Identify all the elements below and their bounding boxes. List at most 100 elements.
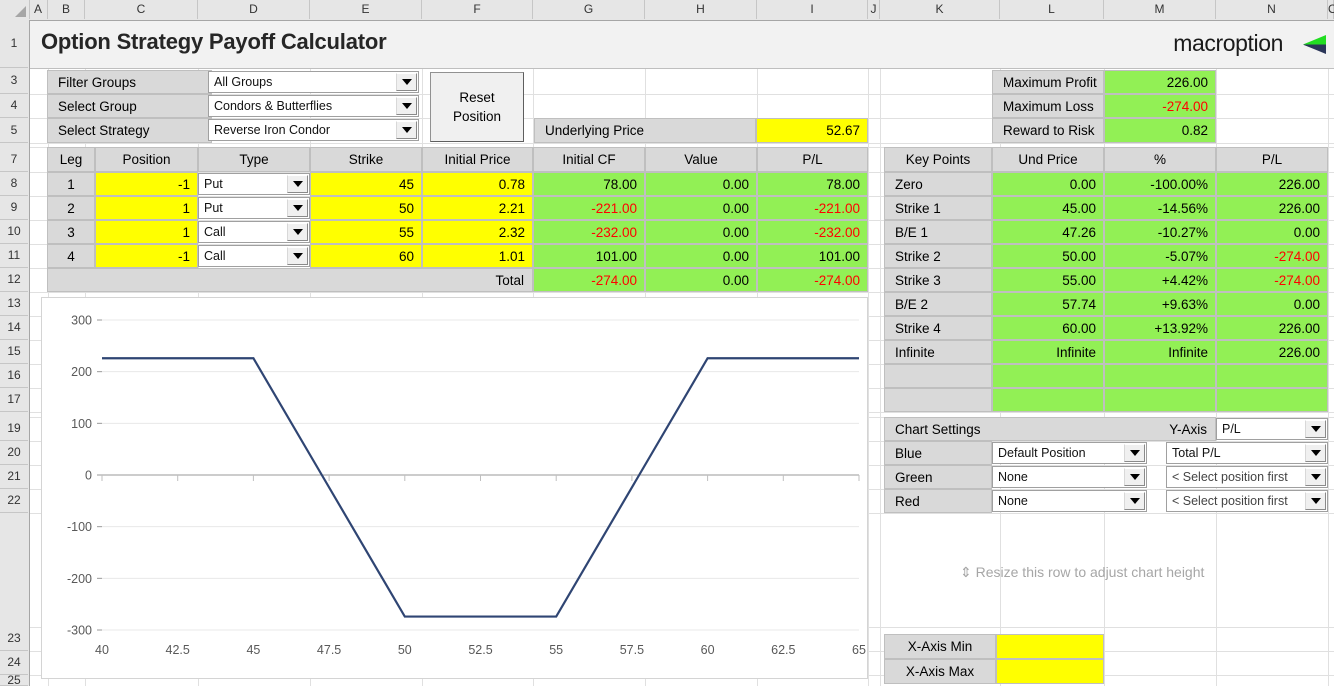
chart-series-dropdown[interactable]: < Select position first <box>1166 466 1328 488</box>
column-header-h[interactable]: H <box>645 0 757 19</box>
chevron-down-icon[interactable] <box>1305 420 1326 438</box>
leg-type-dropdown[interactable]: Put <box>198 173 310 195</box>
row-header-13[interactable]: 13 <box>0 292 28 316</box>
column-header-d[interactable]: D <box>198 0 310 19</box>
chevron-down-icon[interactable] <box>1124 444 1145 462</box>
chevron-down-icon[interactable] <box>1305 492 1326 510</box>
payoff-chart[interactable]: 300 200 100 0 -100 -200 -300 40 42.5 45 47.5 50 52.5… <box>41 297 868 679</box>
row-header-11[interactable]: 11 <box>0 244 28 268</box>
y-axis-dropdown[interactable]: P/L <box>1216 418 1328 440</box>
filter-groups-dropdown[interactable]: All Groups <box>208 71 419 93</box>
column-header-i[interactable]: I <box>757 0 868 19</box>
column-header-j[interactable]: J <box>868 0 880 19</box>
chevron-down-icon[interactable] <box>396 121 417 139</box>
chart-series-dropdown[interactable]: Total P/L <box>1166 442 1328 464</box>
key-point-pl: 0.00 <box>1216 220 1328 244</box>
column-header-l[interactable]: L <box>1000 0 1104 19</box>
row-header-5[interactable]: 5 <box>0 118 28 143</box>
key-point-pct <box>1104 364 1216 388</box>
chevron-down-icon[interactable] <box>287 175 308 193</box>
leg-initial-price-input[interactable]: 2.21 <box>422 196 533 220</box>
row-header-4[interactable]: 4 <box>0 94 28 118</box>
column-header-k[interactable]: K <box>880 0 1000 19</box>
row-header-22[interactable]: 22 <box>0 489 28 513</box>
chevron-down-icon[interactable] <box>1305 444 1326 462</box>
row-header-17[interactable]: 17 <box>0 388 28 412</box>
summary-label: Reward to Risk <box>992 118 1104 143</box>
row-header-9[interactable]: 9 <box>0 196 28 220</box>
chevron-down-icon[interactable] <box>287 199 308 217</box>
chart-xtick-label: 65 <box>852 643 866 657</box>
chevron-down-icon[interactable] <box>287 247 308 265</box>
column-header-e[interactable]: E <box>310 0 422 19</box>
leg-value: 0.00 <box>645 244 757 268</box>
title-band: Option Strategy Payoff Calculator macrop… <box>29 20 1334 69</box>
column-header-m[interactable]: M <box>1104 0 1216 19</box>
leg-strike-input[interactable]: 45 <box>310 172 422 196</box>
row-header-24[interactable]: 24 <box>0 651 28 675</box>
chevron-down-icon[interactable] <box>396 73 417 91</box>
row-header-1[interactable]: 1 <box>0 20 28 68</box>
row-header-14[interactable]: 14 <box>0 316 28 340</box>
chevron-down-icon[interactable] <box>396 97 417 115</box>
row-header-7[interactable]: 7 <box>0 147 28 172</box>
leg-type-dropdown[interactable]: Call <box>198 245 310 267</box>
select-group-dropdown[interactable]: Condors & Butterflies <box>208 95 419 117</box>
chart-xtick-label: 60 <box>701 643 715 657</box>
leg-initial-price-input[interactable]: 2.32 <box>422 220 533 244</box>
column-header-g[interactable]: G <box>533 0 645 19</box>
key-point-price: 50.00 <box>992 244 1104 268</box>
reset-position-button[interactable]: Reset Position <box>430 72 524 142</box>
leg-position-input[interactable]: 1 <box>95 196 198 220</box>
leg-position-input[interactable]: -1 <box>95 172 198 196</box>
filter-groups-value: All Groups <box>214 75 273 89</box>
row-header-20[interactable]: 20 <box>0 441 28 465</box>
leg-initial-price-input[interactable]: 1.01 <box>422 244 533 268</box>
row-header-19[interactable]: 19 <box>0 417 28 441</box>
key-point-name: Strike 3 <box>884 268 992 292</box>
chart-position-dropdown[interactable]: None <box>992 466 1147 488</box>
leg-position-input[interactable]: -1 <box>95 244 198 268</box>
chart-position-dropdown[interactable]: None <box>992 490 1147 512</box>
column-header-n[interactable]: N <box>1216 0 1328 19</box>
leg-position-input[interactable]: 1 <box>95 220 198 244</box>
column-header-c[interactable]: C <box>85 0 198 19</box>
leg-type-dropdown[interactable]: Call <box>198 221 310 243</box>
chevron-down-icon[interactable] <box>1305 468 1326 486</box>
row-header-8[interactable]: 8 <box>0 172 28 196</box>
legs-total-value: 0.00 <box>645 268 757 292</box>
leg-type-dropdown[interactable]: Put <box>198 197 310 219</box>
chart-series-dropdown[interactable]: < Select position first <box>1166 490 1328 512</box>
column-header-f[interactable]: F <box>422 0 533 19</box>
row-header-21[interactable]: 21 <box>0 465 28 489</box>
row-header-12[interactable]: 12 <box>0 268 28 292</box>
legs-header-pl: P/L <box>757 147 868 172</box>
row-header-25[interactable]: 25 <box>0 674 28 686</box>
row-header-3[interactable]: 3 <box>0 68 28 94</box>
column-header-o[interactable]: O <box>1328 0 1334 19</box>
chevron-down-icon[interactable] <box>1124 492 1145 510</box>
underlying-price-input[interactable]: 52.67 <box>756 118 868 143</box>
leg-pl: 101.00 <box>757 244 868 268</box>
chart-xtick-label: 50 <box>398 643 412 657</box>
column-header-a[interactable]: A <box>29 0 48 19</box>
row-header-15[interactable]: 15 <box>0 340 28 364</box>
leg-strike-input[interactable]: 50 <box>310 196 422 220</box>
chart-position-dropdown[interactable]: Default Position <box>992 442 1147 464</box>
column-header-b[interactable]: B <box>48 0 85 19</box>
key-point-pl: 226.00 <box>1216 196 1328 220</box>
leg-strike-input[interactable]: 60 <box>310 244 422 268</box>
x-axis-min-input[interactable] <box>996 634 1104 659</box>
leg-strike-input[interactable]: 55 <box>310 220 422 244</box>
row-header-16[interactable]: 16 <box>0 364 28 388</box>
chevron-down-icon[interactable] <box>287 223 308 241</box>
legs-total-pl: -274.00 <box>757 268 868 292</box>
select-all-corner[interactable] <box>0 0 30 19</box>
row-header-23[interactable]: 23 <box>0 627 28 651</box>
chart-xtick-label: 40 <box>95 643 109 657</box>
chevron-down-icon[interactable] <box>1124 468 1145 486</box>
row-header-10[interactable]: 10 <box>0 220 28 244</box>
x-axis-max-input[interactable] <box>996 659 1104 684</box>
leg-initial-price-input[interactable]: 0.78 <box>422 172 533 196</box>
select-strategy-dropdown[interactable]: Reverse Iron Condor <box>208 119 419 141</box>
